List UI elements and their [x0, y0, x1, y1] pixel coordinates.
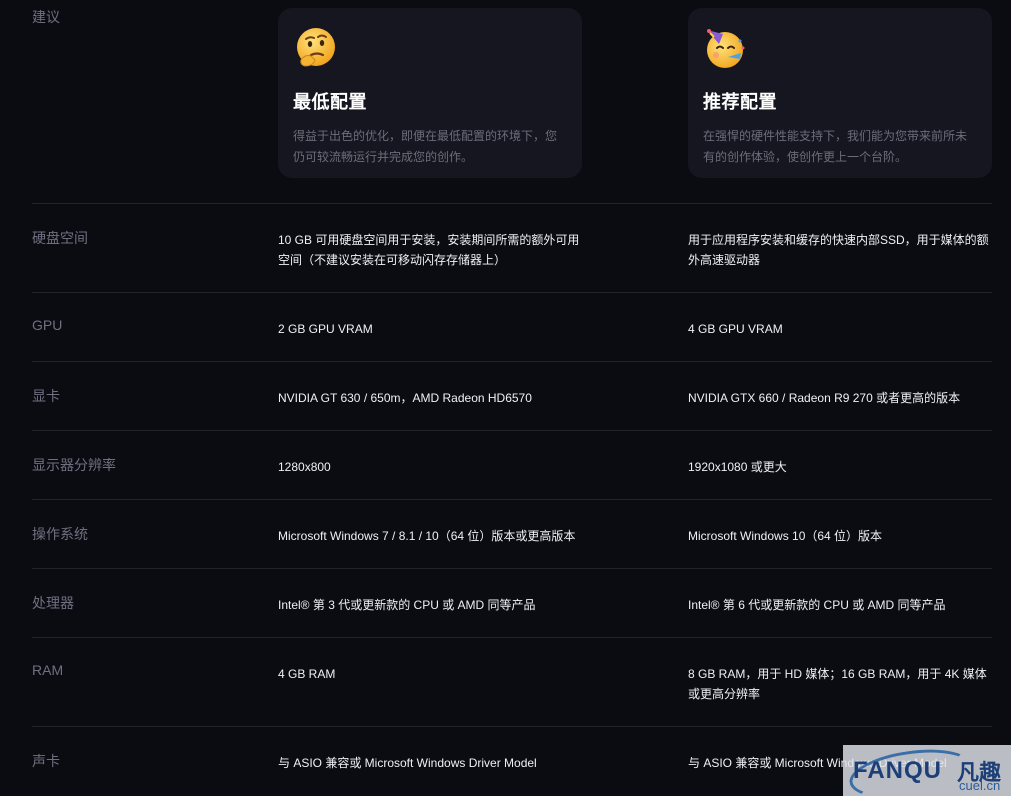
- row-display-resolution: 显示器分辨率 1280x800 1920x1080 或更大: [32, 430, 992, 500]
- recommended-config-card: 推荐配置 在强悍的硬件性能支持下，我们能为您带来前所未有的创作体验，使创作更上一…: [688, 8, 992, 178]
- recommended-value: 4 GB GPU VRAM: [688, 322, 783, 336]
- recommended-value: Microsoft Windows 10（64 位）版本: [688, 529, 883, 543]
- min-value: 2 GB GPU VRAM: [278, 322, 373, 336]
- system-requirements-page: 建议 最低配置 得益于出色的优化，即便在最低配置的环境下，您仍可较流畅运行并完成…: [0, 0, 1011, 796]
- partying-face-icon: [707, 29, 745, 68]
- recommended-value: 用于应用程序安装和缓存的快速内部SSD，用于媒体的额外高速驱动器: [688, 233, 989, 267]
- row-label: 显示器分辨率: [32, 457, 116, 473]
- row-gpu: GPU 2 GB GPU VRAM 4 GB GPU VRAM: [32, 292, 992, 362]
- row-ram: RAM 4 GB RAM 8 GB RAM，用于 HD 媒体；16 GB RAM…: [32, 637, 992, 727]
- suggestion-label: 建议: [32, 9, 60, 25]
- thinking-face-icon: [297, 28, 335, 67]
- min-config-card: 最低配置 得益于出色的优化，即便在最低配置的环境下，您仍可较流畅运行并完成您的创…: [278, 8, 582, 178]
- recommended-value: NVIDIA GTX 660 / Radeon R9 270 或者更高的版本: [688, 391, 961, 405]
- watermark-domain: cuel.cn: [959, 778, 1001, 793]
- row-label: 硬盘空间: [32, 230, 88, 246]
- row-operating-system: 操作系统 Microsoft Windows 7 / 8.1 / 10（64 位…: [32, 499, 992, 569]
- min-config-description: 得益于出色的优化，即便在最低配置的环境下，您仍可较流畅运行并完成您的创作。: [293, 129, 558, 164]
- recommended-value: 1920x1080 或更大: [688, 460, 787, 474]
- min-value: 10 GB 可用硬盘空间用于安装，安装期间所需的额外可用空间（不建议安装在可移动…: [278, 233, 580, 267]
- row-label: 显卡: [32, 388, 60, 404]
- min-value: 与 ASIO 兼容或 Microsoft Windows Driver Mode…: [278, 756, 537, 770]
- row-disk-space: 硬盘空间 10 GB 可用硬盘空间用于安装，安装期间所需的额外可用空间（不建议安…: [32, 203, 992, 293]
- row-label: 处理器: [32, 595, 74, 611]
- row-label: 声卡: [32, 753, 60, 769]
- min-value: Microsoft Windows 7 / 8.1 / 10（64 位）版本或更…: [278, 529, 576, 543]
- min-value: NVIDIA GT 630 / 650m，AMD Radeon HD6570: [278, 391, 532, 405]
- site-watermark: FANQU 凡趣 cuel.cn: [843, 745, 1011, 796]
- min-config-title: 最低配置: [293, 92, 367, 112]
- min-value: Intel® 第 3 代或更新款的 CPU 或 AMD 同等产品: [278, 598, 536, 612]
- row-label: 操作系统: [32, 526, 88, 542]
- min-value: 1280x800: [278, 460, 331, 474]
- row-processor: 处理器 Intel® 第 3 代或更新款的 CPU 或 AMD 同等产品 Int…: [32, 568, 992, 638]
- recommended-value: 8 GB RAM，用于 HD 媒体；16 GB RAM，用于 4K 媒体或更高分…: [688, 667, 987, 701]
- recommended-config-description: 在强悍的硬件性能支持下，我们能为您带来前所未有的创作体验，使创作更上一个台阶。: [703, 129, 968, 164]
- row-label: RAM: [32, 662, 64, 678]
- recommended-value: Intel® 第 6 代或更新款的 CPU 或 AMD 同等产品: [688, 598, 946, 612]
- row-label: GPU: [32, 317, 63, 333]
- row-graphics-card: 显卡 NVIDIA GT 630 / 650m，AMD Radeon HD657…: [32, 361, 992, 431]
- min-value: 4 GB RAM: [278, 667, 336, 681]
- recommended-config-title: 推荐配置: [703, 92, 777, 112]
- watermark-brand: FANQU: [853, 757, 942, 784]
